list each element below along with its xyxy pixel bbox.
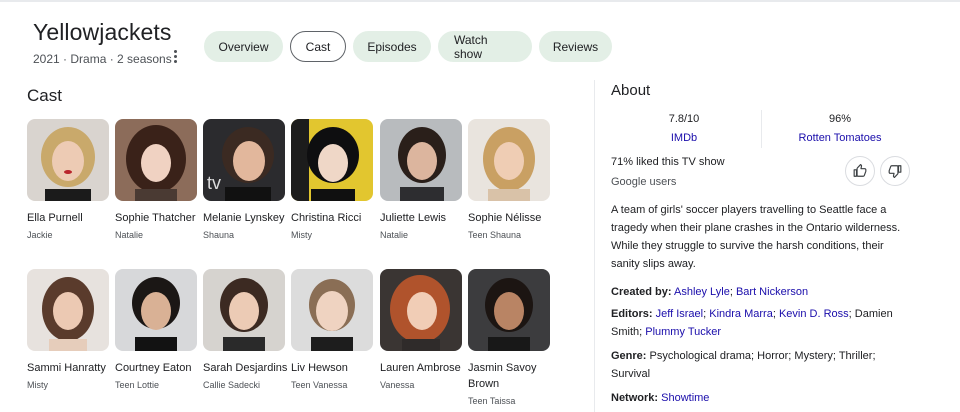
creator-link[interactable]: Ashley Lyle: [674, 286, 730, 298]
cast-name: Jasmin Savoy Brown: [468, 362, 537, 390]
cast-photo[interactable]: [115, 269, 197, 351]
thumbs-up-button[interactable]: [845, 156, 875, 186]
cast-card[interactable]: Sarah Desjardins Callie Sadecki: [203, 269, 289, 391]
cast-photo[interactable]: [203, 269, 285, 351]
editor-link[interactable]: Jeff Israel: [656, 308, 704, 320]
cast-role: Jackie: [27, 230, 53, 240]
svg-text:tv: tv: [207, 173, 221, 193]
cast-card[interactable]: Sophie Nélisse Teen Shauna: [468, 119, 554, 241]
cast-photo[interactable]: [468, 119, 550, 201]
cast-name: Lauren Ambrose: [380, 362, 461, 374]
cast-name: Ella Purnell: [27, 212, 83, 224]
genre-row: Genre: Psychological drama; Horror; Myst…: [611, 347, 911, 383]
show-description: A team of girls' soccer players travelli…: [611, 204, 901, 270]
thumbs-up-icon: [853, 164, 867, 177]
cast-role: Teen Vanessa: [291, 380, 348, 390]
editors-label: Editors:: [611, 308, 653, 320]
cast-role: Teen Taissa: [468, 396, 516, 406]
cast-role: Misty: [27, 380, 48, 390]
cast-photo[interactable]: [27, 269, 109, 351]
tab-bar: Overview Cast Episodes Watch show Review…: [204, 31, 612, 62]
cast-role: Teen Shauna: [468, 230, 522, 240]
cast-card[interactable]: Juliette Lewis Natalie: [380, 119, 466, 241]
cast-photo[interactable]: [380, 119, 462, 201]
cast-name: Juliette Lewis: [380, 212, 447, 224]
cast-role: Shauna: [203, 230, 235, 240]
editor-link[interactable]: Plummy Tucker: [645, 326, 721, 338]
tab-reviews[interactable]: Reviews: [539, 31, 612, 62]
tab-overview[interactable]: Overview: [204, 31, 283, 62]
liked-source: Google users: [611, 176, 677, 188]
cast-photo[interactable]: [27, 119, 109, 201]
liked-percentage: 71% liked this TV show: [611, 156, 725, 168]
column-divider: [594, 80, 595, 412]
cast-role: Natalie: [380, 230, 409, 240]
cast-name: Sophie Thatcher: [115, 212, 196, 224]
editor-link[interactable]: Kevin D. Ross: [779, 308, 849, 320]
network-row: Network: Showtime: [611, 389, 911, 407]
cast-name: Courtney Eaton: [115, 362, 192, 374]
creator-link[interactable]: Bart Nickerson: [736, 286, 808, 298]
created-by-row: Created by: Ashley Lyle; Bart Nickerson: [611, 286, 809, 298]
cast-card[interactable]: Jasmin Savoy Brown Teen Taissa: [468, 269, 554, 407]
cast-photo[interactable]: [115, 119, 197, 201]
cast-card[interactable]: Lauren Ambrose Vanessa: [380, 269, 466, 391]
rating-score: 96%: [828, 113, 852, 125]
cast-role: Callie Sadecki: [203, 380, 261, 390]
thumbs-down-icon: [888, 165, 902, 178]
editor-link[interactable]: Kindra Marra: [709, 308, 773, 320]
created-by-label: Created by:: [611, 286, 672, 298]
cast-role: Vanessa: [380, 380, 415, 390]
cast-name: Christina Ricci: [291, 212, 362, 224]
cast-card[interactable]: tv Melanie Lynskey Shauna: [203, 119, 289, 241]
cast-card[interactable]: Ella Purnell Jackie: [27, 119, 113, 241]
cast-name: Sophie Nélisse: [468, 212, 542, 224]
cast-photo[interactable]: [291, 269, 373, 351]
cast-heading: Cast: [27, 86, 62, 105]
cast-card[interactable]: Liv Hewson Teen Vanessa: [291, 269, 377, 391]
cast-role: Misty: [291, 230, 312, 240]
tab-watch-show[interactable]: Watch show: [438, 31, 532, 62]
cast-card[interactable]: Sophie Thatcher Natalie: [115, 119, 201, 241]
about-heading: About: [611, 82, 651, 99]
rating-divider: [761, 110, 762, 148]
network-link[interactable]: Showtime: [661, 392, 709, 404]
cast-role: Natalie: [115, 230, 144, 240]
rating-rotten-tomatoes[interactable]: 96% Rotten Tomatoes: [775, 112, 905, 145]
rating-source-link[interactable]: Rotten Tomatoes: [775, 131, 905, 145]
cast-photo[interactable]: tv: [203, 119, 285, 201]
rating-imdb[interactable]: 7.8/10 IMDb: [619, 112, 749, 145]
cast-card[interactable]: Sammi Hanratty Misty: [27, 269, 113, 391]
cast-photo[interactable]: [380, 269, 462, 351]
genre-value: Psychological drama; Horror; Mystery; Th…: [611, 350, 876, 380]
genre-label: Genre:: [611, 350, 647, 362]
cast-name: Sammi Hanratty: [27, 362, 106, 374]
cast-photo[interactable]: [291, 119, 373, 201]
editors-row: Editors: Jeff Israel; Kindra Marra; Kevi…: [611, 308, 893, 338]
cast-photo[interactable]: [468, 269, 550, 351]
top-border: [0, 0, 960, 2]
cast-name: Sarah Desjardins: [203, 362, 288, 374]
page-title: Yellowjackets: [33, 19, 172, 45]
cast-name: Liv Hewson: [291, 362, 348, 374]
network-label: Network:: [611, 392, 659, 404]
cast-name: Melanie Lynskey: [203, 212, 285, 224]
cast-role: Teen Lottie: [115, 380, 160, 390]
tab-episodes[interactable]: Episodes: [353, 31, 431, 62]
more-vert-icon[interactable]: [170, 48, 180, 64]
rating-score: 7.8/10: [668, 113, 700, 125]
cast-card[interactable]: Courtney Eaton Teen Lottie: [115, 269, 201, 391]
cast-card[interactable]: Christina Ricci Misty: [291, 119, 377, 241]
tab-cast[interactable]: Cast: [290, 31, 346, 62]
thumbs-down-button[interactable]: [880, 156, 910, 186]
show-subtitle: 2021 · Drama · 2 seasons: [33, 52, 172, 66]
rating-source-link[interactable]: IMDb: [619, 131, 749, 145]
